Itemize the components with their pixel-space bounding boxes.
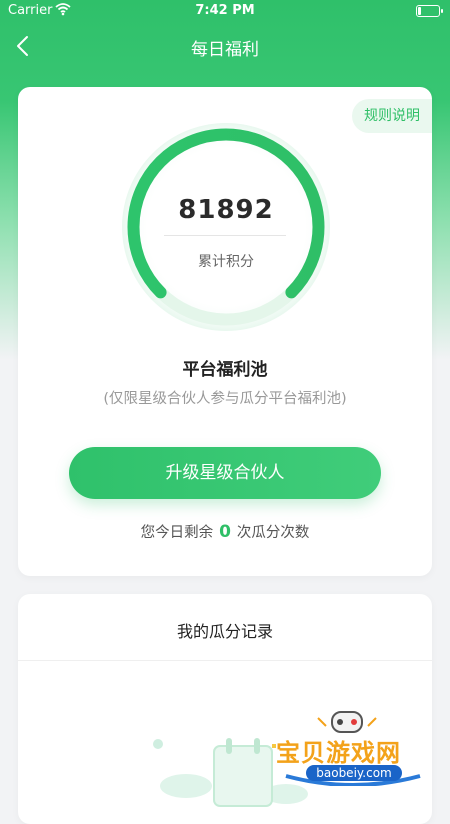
remaining-count: 0 — [219, 522, 231, 542]
points-gauge — [122, 123, 330, 331]
points-label: 累计积分 — [198, 254, 254, 270]
navigation-bar: 每日福利 — [0, 22, 450, 70]
pool-title: 平台福利池 — [182, 360, 268, 380]
points-divider — [164, 235, 286, 236]
upgrade-partner-button[interactable]: 升级星级合伙人 — [69, 447, 381, 499]
status-bar: Carrier 7:42 PM — [0, 0, 450, 22]
battery-icon — [416, 5, 443, 17]
page-title: 每日福利 — [191, 40, 259, 60]
clock: 7:42 PM — [195, 3, 255, 18]
records-title: 我的瓜分记录 — [176, 622, 273, 641]
points-value: 81892 — [178, 195, 274, 225]
welfare-card: 规则说明 81892 累计积分 平台福利池 (仅限星级合伙人参与瓜分平台福利池)… — [18, 87, 432, 576]
records-divider — [18, 660, 432, 661]
pool-subtitle: (仅限星级合伙人参与瓜分平台福利池) — [103, 391, 347, 407]
rules-button[interactable]: 规则说明 — [352, 99, 432, 133]
remaining-prefix: 您今日剩余 — [140, 525, 214, 541]
watermark-title: 宝贝游戏网 — [276, 739, 401, 767]
remaining-count-text: 您今日剩余 0 次瓜分次数 — [18, 521, 432, 542]
watermark-url: baobeiy.com — [306, 765, 402, 781]
remaining-suffix: 次瓜分次数 — [236, 525, 310, 541]
